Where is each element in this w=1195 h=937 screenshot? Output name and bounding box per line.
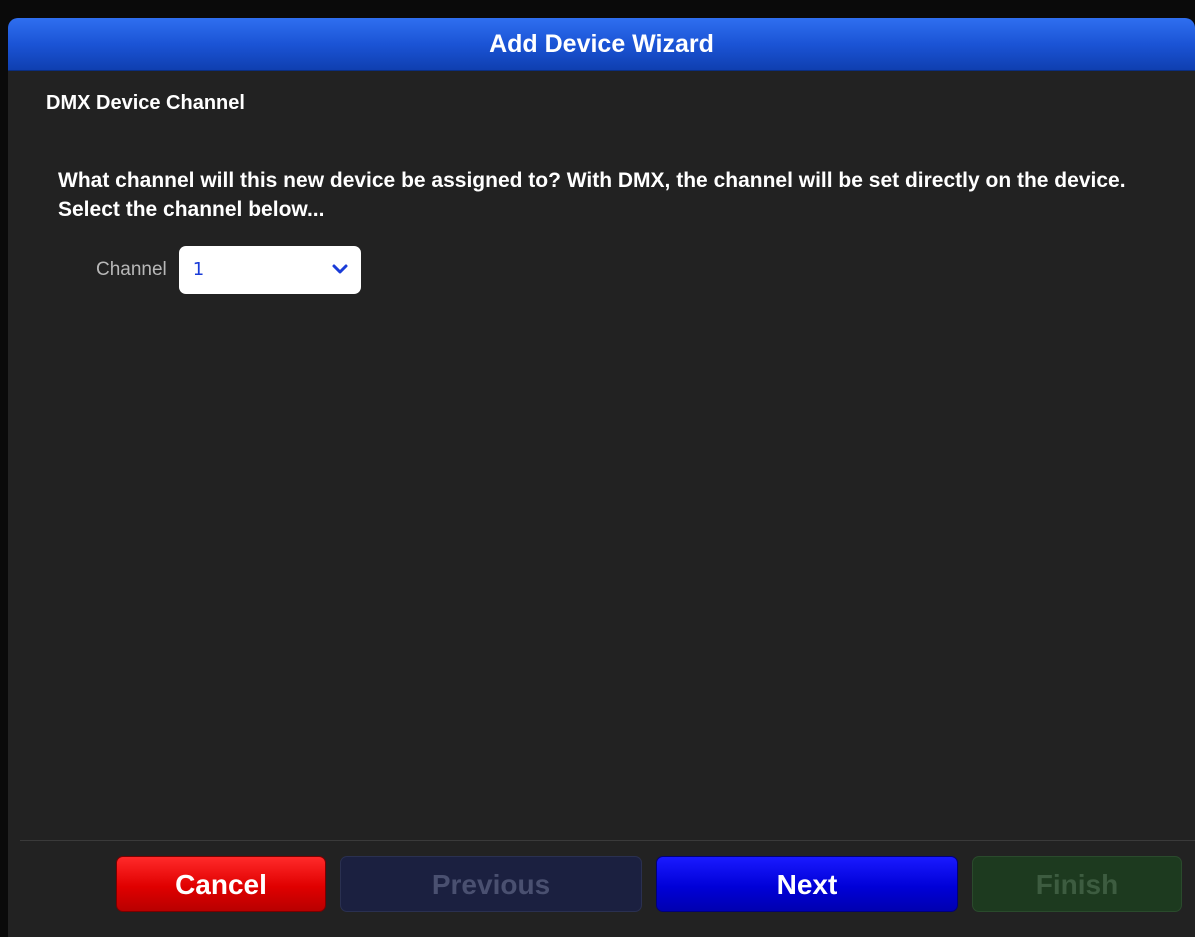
channel-select-value: 1 [192,259,205,280]
dialog-title: Add Device Wizard [8,18,1195,71]
step-title: DMX Device Channel [46,92,245,114]
previous-button[interactable]: Previous [340,856,642,912]
step-description: What channel will this new device be ass… [58,169,1126,221]
channel-select[interactable]: 1 [178,246,361,294]
add-device-wizard-dialog: Add Device Wizard DMX Device Channel Wha… [8,18,1195,937]
finish-button[interactable]: Finish [972,856,1182,912]
screen-frame: Add Device Wizard DMX Device Channel Wha… [0,0,1195,937]
footer-divider [20,840,1195,841]
channel-field-row: Channel 1 [96,246,361,294]
channel-label: Channel [96,259,167,280]
cancel-button[interactable]: Cancel [116,856,326,912]
chevron-down-icon [332,264,348,274]
next-button[interactable]: Next [656,856,958,912]
